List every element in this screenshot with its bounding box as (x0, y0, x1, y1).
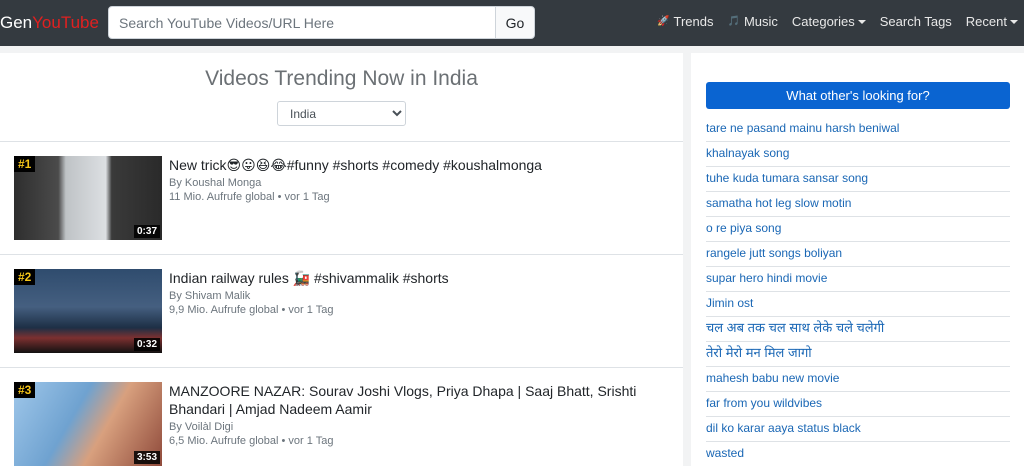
duration-badge: 0:32 (133, 338, 160, 351)
tag-link[interactable]: चल अब तक चल साथ लेके चले चलेगी (706, 317, 1010, 342)
nav-link-label: Trends (673, 14, 714, 29)
tag-link[interactable]: far from you wildvibes (706, 392, 1010, 417)
rank-badge: #3 (14, 382, 36, 398)
go-button[interactable]: Go (495, 6, 535, 39)
video-meta: 11 Mio. Aufrufe global • vor 1 Tag (169, 191, 330, 203)
nav-link-label: Recent (965, 14, 1007, 29)
sidebar: What other's looking for? tare ne pasand… (691, 53, 1024, 466)
duration-badge: 3:53 (133, 451, 160, 464)
video-title[interactable]: New trick😎😛😆😂#funny #shorts #comedy #kou… (169, 156, 669, 174)
nav-link-label: Categories (791, 14, 855, 29)
page-title: Videos Trending Now in India (205, 67, 478, 90)
caret-down-icon (1010, 19, 1018, 24)
video-channel: By Voilàl Digi (169, 421, 234, 433)
tag-link[interactable]: tuhe kuda tumara sansar song (706, 167, 1010, 192)
tag-link[interactable]: supar hero hindi movie (706, 267, 1010, 292)
nav-link-search-tags[interactable]: Search Tags (880, 14, 952, 29)
sidebar-header: What other's looking for? (706, 82, 1010, 109)
video-title[interactable]: MANZOORE NAZAR: Sourav Joshi Vlogs, Priy… (169, 382, 669, 418)
country-select[interactable]: India (277, 101, 406, 126)
nav-link-label: Search Tags (879, 14, 952, 29)
video-item[interactable]: #1 0:37 New trick😎😛😆😂#funny #shorts #comed… (0, 141, 683, 254)
video-list: #1 0:37 New trick😎😛😆😂#funny #shorts #comed… (0, 141, 683, 466)
tag-link[interactable]: wasted (706, 442, 1010, 466)
nav-links: 🚀 Trends 🎵 Music Categories Search Tags Recent (643, 14, 1018, 29)
tag-link[interactable]: tare ne pasand mainu harsh beniwal (706, 117, 1010, 142)
tag-link[interactable]: khalnayak song (706, 142, 1010, 167)
video-title[interactable]: Indian railway rules 🚂 #shivammalik #sho… (169, 269, 669, 287)
video-thumbnail[interactable]: #1 0:37 (14, 156, 162, 240)
nav-link-music[interactable]: 🎵 Music (727, 14, 777, 29)
video-meta: 9,9 Mio. Aufrufe global • vor 1 Tag (169, 304, 334, 316)
video-item[interactable]: #3 3:53 MANZOORE NAZAR: Sourav Joshi Vlogs… (0, 367, 683, 466)
navbar: GenYouTube Go 🚀Trends 🎵Music Categories Sea… (0, 0, 1024, 46)
search-input[interactable] (108, 6, 496, 39)
tag-link[interactable]: तेरो मेरो मन मिल जागो (706, 342, 1010, 367)
caret-down-icon (857, 19, 866, 24)
video-info: MANZOORE NAZAR: Sourav Joshi Vlogs, Priy… (169, 382, 669, 447)
rocket-icon: 🚀 (657, 16, 670, 27)
tag-link[interactable]: o re piya song (706, 217, 1010, 242)
music-note-icon: 🎵 (727, 16, 740, 27)
video-info: Indian railway rules 🚂 #shivammalik #sho… (169, 269, 669, 316)
video-meta: 6,5 Mio. Aufrufe global • vor 1 Tag (169, 435, 334, 447)
video-channel: By Shivam Malik (169, 290, 251, 302)
video-info: New trick😎😛😆😂#funny #shorts #comedy #kou… (169, 156, 669, 203)
brand-gen: Gen (0, 13, 33, 32)
video-thumbnail[interactable]: #3 3:53 (14, 382, 162, 466)
rank-badge: #1 (14, 156, 36, 172)
tag-link[interactable]: rangele jutt songs boliyan (706, 242, 1010, 267)
video-channel: By Koushal Monga (169, 177, 262, 189)
nav-link-categories[interactable]: Categories (792, 14, 866, 29)
main-panel: Videos Trending Now in India India #1 0:3… (0, 53, 683, 466)
nav-link-label: Music (743, 14, 778, 29)
tag-link[interactable]: Jimin ost (706, 292, 1010, 317)
tag-link[interactable]: mahesh babu new movie (706, 367, 1010, 392)
duration-badge: 0:37 (133, 225, 160, 238)
tag-link[interactable]: samatha hot leg slow motin (706, 192, 1010, 217)
rank-badge: #2 (14, 269, 36, 285)
nav-link-recent[interactable]: Recent (966, 14, 1018, 29)
brand-youtube: YouTube (32, 13, 99, 32)
video-thumbnail[interactable]: #2 0:32 (14, 269, 162, 353)
nav-link-trends[interactable]: 🚀 Trends (657, 14, 713, 29)
video-item[interactable]: #2 0:32 Indian railway rules 🚂 #shivammali… (0, 254, 683, 367)
brand-logo[interactable]: GenYouTube (0, 13, 99, 33)
tag-link[interactable]: dil ko karar aaya status black (706, 417, 1010, 442)
search-form: Go (108, 6, 535, 39)
tag-list: tare ne pasand mainu harsh beniwal khalna… (706, 117, 1010, 466)
